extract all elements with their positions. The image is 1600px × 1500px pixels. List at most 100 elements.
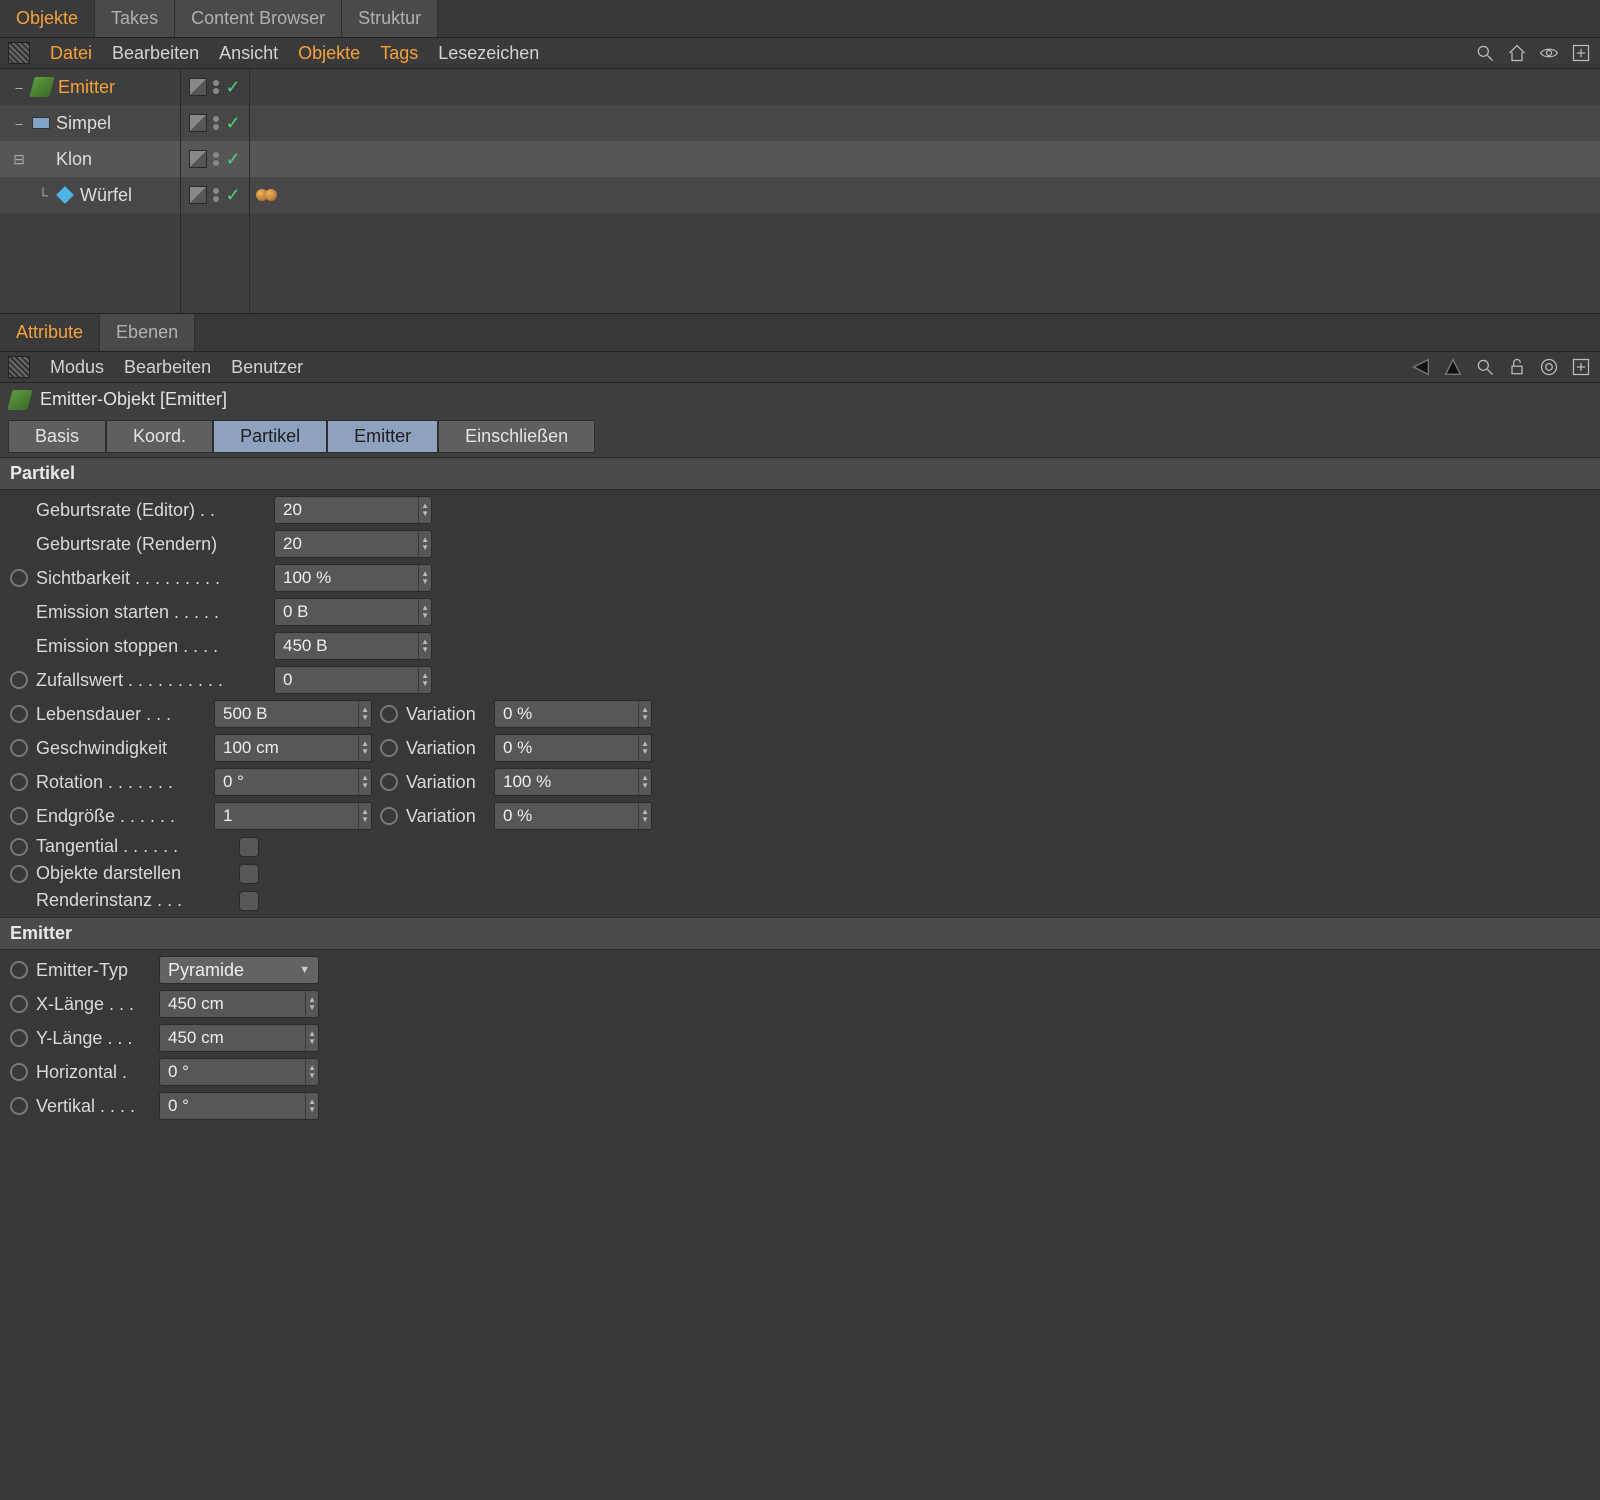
spin-down-icon[interactable]: ▼	[361, 714, 369, 722]
field-vertikal[interactable]: ▲▼	[159, 1092, 319, 1120]
field-lebensdauer[interactable]: ▲▼	[214, 700, 372, 728]
visibility-dots[interactable]	[213, 152, 219, 166]
spin-down-icon[interactable]: ▼	[361, 816, 369, 824]
enabled-check-icon[interactable]: ✓	[225, 77, 240, 98]
menu-datei[interactable]: Datei	[50, 43, 92, 64]
subtab-einschliessen[interactable]: Einschließen	[438, 420, 595, 453]
layer-swatch[interactable]	[189, 78, 207, 96]
tree-label-klon[interactable]: Klon	[56, 149, 92, 170]
tree-label-simpel[interactable]: Simpel	[56, 113, 111, 134]
anim-keyframe-dot[interactable]	[10, 838, 28, 856]
enabled-check-icon[interactable]: ✓	[225, 113, 240, 134]
spin-down-icon[interactable]: ▼	[641, 816, 649, 824]
anim-keyframe-dot[interactable]	[10, 739, 28, 757]
anim-keyframe-dot[interactable]	[380, 773, 398, 791]
tree-item-wuerfel[interactable]: └ Würfel	[0, 177, 180, 213]
menu-ansicht[interactable]: Ansicht	[219, 43, 278, 64]
expand-icon[interactable]: ⎯	[12, 115, 26, 132]
anim-keyframe-dot[interactable]	[380, 807, 398, 825]
field-rotation[interactable]: ▲▼	[214, 768, 372, 796]
maximize-icon[interactable]	[1570, 356, 1592, 378]
menu-bearbeiten-attr[interactable]: Bearbeiten	[124, 357, 211, 378]
field-emission-stop[interactable]: ▲▼	[274, 632, 432, 660]
field-horizontal[interactable]: ▲▼	[159, 1058, 319, 1086]
menu-objekte[interactable]: Objekte	[298, 43, 360, 64]
visibility-dots[interactable]	[213, 116, 219, 130]
field-lebensdauer-var[interactable]: ▲▼	[494, 700, 652, 728]
field-endgroesse[interactable]: ▲▼	[214, 802, 372, 830]
field-birthrate-editor[interactable]: ▲▼	[274, 496, 432, 524]
history-up-icon[interactable]	[1442, 356, 1464, 378]
subtab-emitter[interactable]: Emitter	[327, 420, 438, 453]
menu-benutzer[interactable]: Benutzer	[231, 357, 303, 378]
tree-item-simpel[interactable]: ⎯ Simpel	[0, 105, 180, 141]
anim-keyframe-dot[interactable]	[10, 865, 28, 883]
enabled-check-icon[interactable]: ✓	[225, 185, 240, 206]
anim-keyframe-dot[interactable]	[10, 1097, 28, 1115]
anim-keyframe-dot[interactable]	[10, 995, 28, 1013]
layer-swatch[interactable]	[189, 114, 207, 132]
lock-icon[interactable]	[1506, 356, 1528, 378]
field-zufallswert[interactable]: ▲▼	[274, 666, 432, 694]
field-geschwindigkeit-var[interactable]: ▲▼	[494, 734, 652, 762]
panel-options-icon[interactable]	[8, 42, 30, 64]
expand-icon[interactable]: ⎯	[12, 79, 26, 96]
anim-keyframe-dot[interactable]	[10, 1029, 28, 1047]
spin-down-icon[interactable]: ▼	[421, 612, 429, 620]
spin-down-icon[interactable]: ▼	[308, 1004, 316, 1012]
field-emission-start[interactable]: ▲▼	[274, 598, 432, 626]
spin-down-icon[interactable]: ▼	[308, 1072, 316, 1080]
tab-ebenen[interactable]: Ebenen	[100, 314, 195, 351]
menu-modus[interactable]: Modus	[50, 357, 104, 378]
target-icon[interactable]	[1538, 356, 1560, 378]
visibility-dots[interactable]	[213, 80, 219, 94]
menu-lesezeichen[interactable]: Lesezeichen	[438, 43, 539, 64]
checkbox-renderinstanz[interactable]	[239, 891, 259, 911]
spin-down-icon[interactable]: ▼	[641, 782, 649, 790]
anim-keyframe-dot[interactable]	[380, 705, 398, 723]
checkbox-objekte-darstellen[interactable]	[239, 864, 259, 884]
spin-down-icon[interactable]: ▼	[308, 1038, 316, 1046]
tab-takes[interactable]: Takes	[95, 0, 175, 37]
collapse-icon[interactable]: ⊟	[12, 151, 26, 168]
checkbox-tangential[interactable]	[239, 837, 259, 857]
subtab-partikel[interactable]: Partikel	[213, 420, 327, 453]
maximize-icon[interactable]	[1570, 42, 1592, 64]
spin-down-icon[interactable]: ▼	[641, 748, 649, 756]
spin-down-icon[interactable]: ▼	[421, 578, 429, 586]
home-icon[interactable]	[1506, 42, 1528, 64]
tree-item-emitter[interactable]: ⎯ Emitter	[0, 69, 180, 105]
field-sichtbarkeit[interactable]: ▲▼	[274, 564, 432, 592]
spin-down-icon[interactable]: ▼	[421, 646, 429, 654]
tree-label-wuerfel[interactable]: Würfel	[80, 185, 132, 206]
anim-keyframe-dot[interactable]	[10, 705, 28, 723]
tree-item-klon[interactable]: ⊟ Klon	[0, 141, 180, 177]
anim-keyframe-dot[interactable]	[10, 569, 28, 587]
spin-down-icon[interactable]: ▼	[421, 510, 429, 518]
spin-down-icon[interactable]: ▼	[361, 782, 369, 790]
field-geschwindigkeit[interactable]: ▲▼	[214, 734, 372, 762]
spin-down-icon[interactable]: ▼	[421, 680, 429, 688]
tree-label-emitter[interactable]: Emitter	[58, 77, 115, 98]
anim-keyframe-dot[interactable]	[10, 1063, 28, 1081]
field-birthrate-render[interactable]: ▲▼	[274, 530, 432, 558]
tab-objekte[interactable]: Objekte	[0, 0, 95, 37]
tab-struktur[interactable]: Struktur	[342, 0, 438, 37]
anim-keyframe-dot[interactable]	[10, 773, 28, 791]
subtab-koord[interactable]: Koord.	[106, 420, 213, 453]
subtab-basis[interactable]: Basis	[8, 420, 106, 453]
anim-keyframe-dot[interactable]	[10, 961, 28, 979]
menu-tags[interactable]: Tags	[380, 43, 418, 64]
panel-options-icon[interactable]	[8, 356, 30, 378]
spin-down-icon[interactable]: ▼	[641, 714, 649, 722]
spin-down-icon[interactable]: ▼	[421, 544, 429, 552]
layer-swatch[interactable]	[189, 186, 207, 204]
eye-icon[interactable]	[1538, 42, 1560, 64]
search-icon[interactable]	[1474, 42, 1496, 64]
field-xlaenge[interactable]: ▲▼	[159, 990, 319, 1018]
menu-bearbeiten[interactable]: Bearbeiten	[112, 43, 199, 64]
enabled-check-icon[interactable]: ✓	[225, 149, 240, 170]
search-icon[interactable]	[1474, 356, 1496, 378]
dropdown-emitter-typ[interactable]: Pyramide▼	[159, 956, 319, 984]
material-tag-icon[interactable]	[265, 189, 277, 201]
